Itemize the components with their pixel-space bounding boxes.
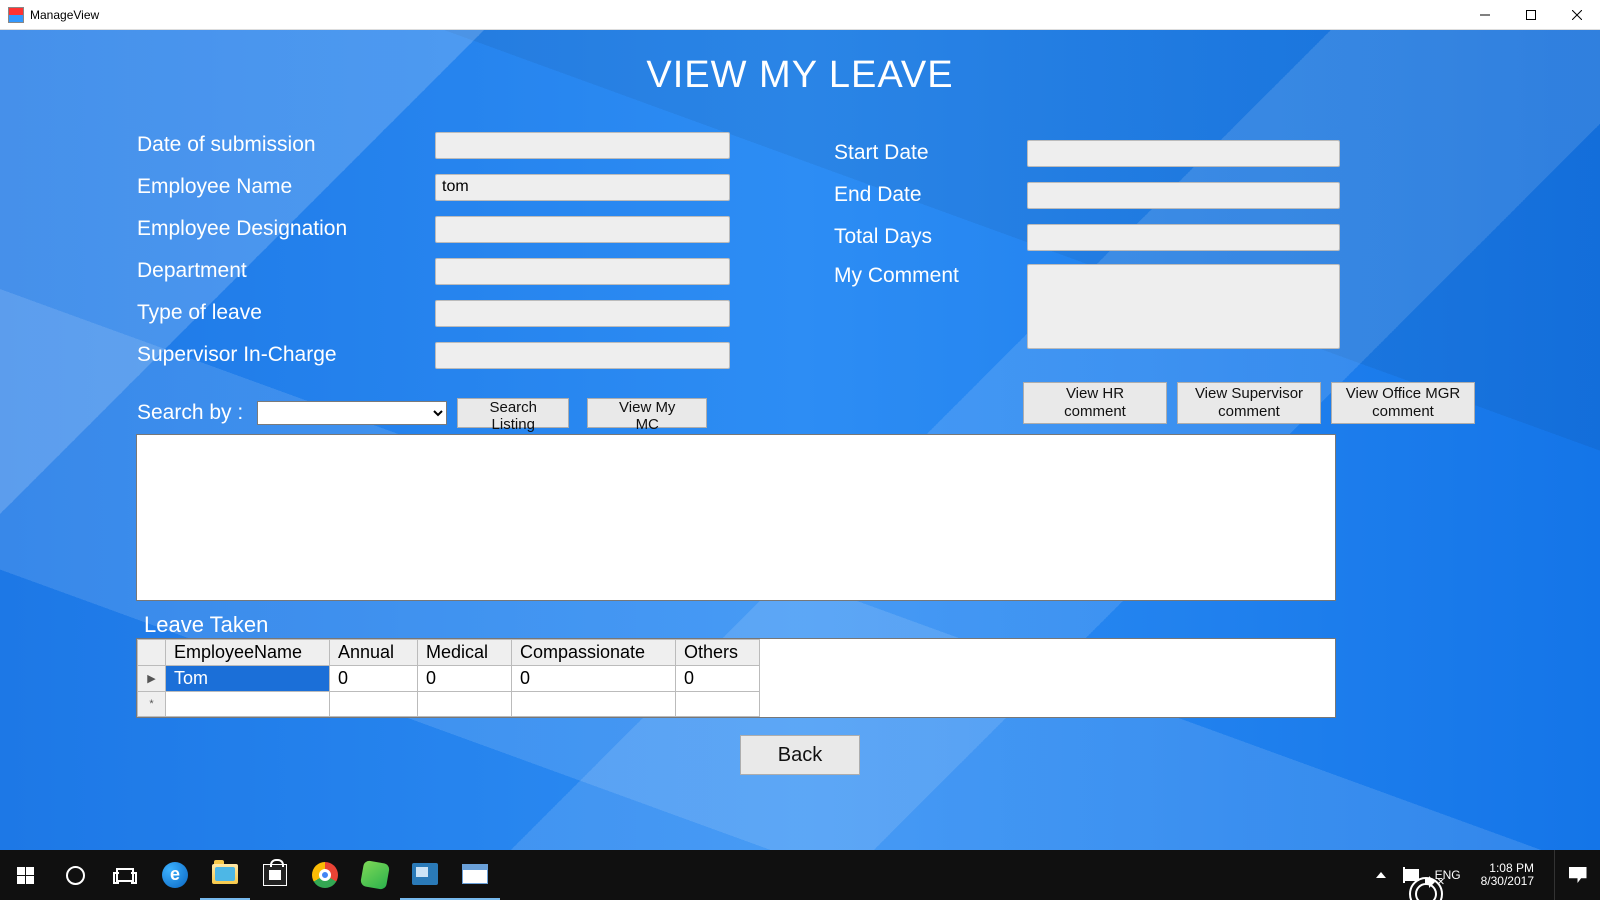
table-row-new[interactable]: * [138,692,760,717]
label-total-days: Total Days [834,225,1027,249]
running-app-icon[interactable] [400,850,450,900]
clock-date: 8/30/2017 [1481,875,1534,888]
col-annual[interactable]: Annual [330,640,418,666]
col-medical[interactable]: Medical [418,640,512,666]
button-view-hr-comment[interactable]: View HR comment [1023,382,1167,424]
app-icon [8,7,24,23]
input-type-of-leave[interactable] [435,300,730,327]
battery-icon[interactable] [1403,868,1405,882]
cell-medical[interactable]: 0 [418,666,512,692]
maximize-button[interactable] [1508,0,1554,30]
input-department[interactable] [435,258,730,285]
input-supervisor[interactable] [435,342,730,369]
input-employee-designation[interactable] [435,216,730,243]
page-title: VIEW MY LEAVE [0,30,1600,97]
button-search-listing[interactable]: Search Listing [457,398,569,428]
input-start-date[interactable] [1027,140,1340,167]
col-compassionate[interactable]: Compassionate [512,640,676,666]
label-date-of-submission: Date of submission [137,133,435,157]
label-employee-designation: Employee Designation [137,217,435,241]
listing-grid[interactable] [136,434,1336,601]
leave-taken-grid[interactable]: EmployeeName Annual Medical Compassionat… [136,638,1336,718]
taskbar-clock[interactable]: 1:08 PM 8/30/2017 [1471,862,1544,888]
col-employee-name[interactable]: EmployeeName [166,640,330,666]
taskbar: ✕ ENG 1:08 PM 8/30/2017 [0,850,1600,900]
app-body: VIEW MY LEAVE Date of submission Employe… [0,30,1600,850]
label-leave-taken: Leave Taken [144,612,268,638]
row-indicator-new: * [138,692,166,717]
cell-annual[interactable]: 0 [330,666,418,692]
edge-icon[interactable] [150,850,200,900]
bluestacks-icon[interactable] [350,850,400,900]
input-my-comment[interactable] [1027,264,1340,349]
button-view-supervisor-comment[interactable]: View Supervisor comment [1177,382,1321,424]
file-explorer-icon[interactable] [200,850,250,900]
store-icon[interactable] [250,850,300,900]
label-start-date: Start Date [834,141,1027,165]
input-employee-name[interactable] [435,174,730,201]
table-row[interactable]: ▶ Tom 0 0 0 0 [138,666,760,692]
label-supervisor: Supervisor In-Charge [137,343,435,367]
row-header-blank [138,640,166,666]
col-others[interactable]: Others [676,640,760,666]
input-end-date[interactable] [1027,182,1340,209]
table-header-row: EmployeeName Annual Medical Compassionat… [138,640,760,666]
task-view-icon[interactable] [100,850,150,900]
label-type-of-leave: Type of leave [137,301,435,325]
start-button[interactable] [0,850,50,900]
input-total-days[interactable] [1027,224,1340,251]
window-titlebar: ManageView [0,0,1600,30]
cell-employee-name[interactable]: Tom [166,666,330,692]
combo-search-by[interactable] [257,401,447,425]
chrome-icon[interactable] [300,850,350,900]
close-button[interactable] [1554,0,1600,30]
label-my-comment: My Comment [834,264,1027,288]
tray-overflow-icon[interactable] [1369,850,1393,900]
label-end-date: End Date [834,183,1027,207]
action-center-icon[interactable] [1554,850,1600,900]
button-view-my-mc[interactable]: View My MC [587,398,707,428]
cell-others[interactable]: 0 [676,666,760,692]
label-employee-name: Employee Name [137,175,435,199]
button-back[interactable]: Back [740,735,860,775]
label-department: Department [137,259,435,283]
input-date-of-submission[interactable] [435,132,730,159]
minimize-button[interactable] [1462,0,1508,30]
manageview-window-icon[interactable] [450,850,500,900]
label-search-by: Search by : [137,401,243,425]
cell-compassionate[interactable]: 0 [512,666,676,692]
cortana-search-icon[interactable] [50,850,100,900]
button-view-office-mgr-comment[interactable]: View Office MGR comment [1331,382,1475,424]
row-indicator-current: ▶ [138,666,166,692]
window-title: ManageView [30,8,1462,22]
